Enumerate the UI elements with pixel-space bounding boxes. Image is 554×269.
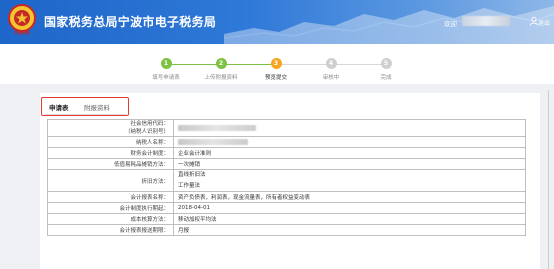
table-row: 社会信用代码： （纳税人识别号） (47, 119, 526, 137)
credit-code-label: 社会信用代码： （纳税人识别号） (47, 119, 174, 137)
tab-attachments[interactable]: 附报资料 (84, 102, 110, 112)
depreciation-label: 折旧方法： (47, 169, 174, 192)
taxpayer-name-label: 纳税人名称： (47, 136, 174, 148)
welcome-text: 欢迎 (444, 20, 457, 28)
step-number: 4 (325, 58, 337, 69)
step-number: 3 (270, 58, 282, 69)
step-number: 1 (160, 58, 172, 69)
credit-code-value (173, 119, 526, 137)
effective-date-value: 2018-04-01 (173, 202, 526, 214)
tab-bar: 申请表 附报资料 (41, 97, 129, 116)
step-number: 2 (215, 58, 227, 69)
logout-link[interactable]: 退出 (538, 18, 550, 27)
tab-divider (44, 114, 126, 115)
report-names-label: 会计报表名称： (47, 191, 174, 203)
depreciation-value: 直线折旧法 工作量法 (173, 169, 526, 192)
progress-steps: 1 填写申请表 2 上传附报资料 3 预览提交 4 审核中 5 完成 (0, 44, 554, 84)
table-row: 低值易耗品摊销方法： 一次摊销 (47, 158, 526, 170)
effective-date-label: 会计制度执行期起： (47, 202, 174, 214)
report-names-value: 资产负债表，利润表，现金流量表，所有者权益变动表 (173, 191, 526, 203)
table-row: 纳税人名称： (47, 136, 526, 148)
step-complete: 5 完成 (351, 58, 421, 81)
table-row: 折旧方法： 直线折旧法 工作量法 (47, 169, 526, 192)
table-row: 会计报表报送期限： 月报 (47, 224, 526, 236)
redacted-value (178, 124, 256, 131)
username-redacted (462, 16, 510, 26)
table-row: 会计制度执行期起： 2018-04-01 (47, 202, 526, 214)
value-line: 工作量法 (178, 183, 201, 189)
top-banner: 中国税务 国家税务总局宁波市电子税务局 欢迎 退出 (0, 0, 554, 44)
main-panel: 申请表 附报资料 社会信用代码： （纳税人识别号） 纳税人名称： 财务会计制度：… (40, 93, 540, 269)
cost-method-value: 移动加权平均法 (173, 213, 526, 225)
cost-method-label: 成本核算方法： (47, 213, 174, 225)
table-row: 会计报表名称： 资产负债表，利润表，现金流量表，所有者权益变动表 (47, 191, 526, 203)
report-period-label: 会计报表报送期限： (47, 224, 174, 236)
low-value-amortization-label: 低值易耗品摊销方法： (47, 158, 174, 170)
table-row: 财务会计制度： 企业会计准则 (47, 147, 526, 159)
scroll-edge (548, 90, 549, 269)
tab-application-form[interactable]: 申请表 (49, 102, 69, 112)
application-form-table: 社会信用代码： （纳税人识别号） 纳税人名称： 财务会计制度： 企业会计准则 低… (47, 119, 526, 236)
redacted-value (178, 138, 248, 145)
emblem-caption: 中国税务 (14, 30, 30, 35)
accounting-system-label: 财务会计制度： (47, 147, 174, 159)
report-period-value: 月报 (173, 224, 526, 236)
low-value-amortization-value: 一次摊销 (173, 158, 526, 170)
step-number: 5 (380, 58, 392, 69)
table-row: 成本核算方法： 移动加权平均法 (47, 213, 526, 225)
label-line: （纳税人识别号） (124, 129, 169, 135)
value-line: 直线折旧法 (178, 172, 206, 178)
step-label: 完成 (380, 75, 392, 81)
site-title: 国家税务总局宁波市电子税务局 (44, 15, 217, 29)
taxpayer-name-value (173, 136, 526, 148)
accounting-system-value: 企业会计准则 (173, 147, 526, 159)
label-line: 社会信用代码： (130, 121, 169, 127)
